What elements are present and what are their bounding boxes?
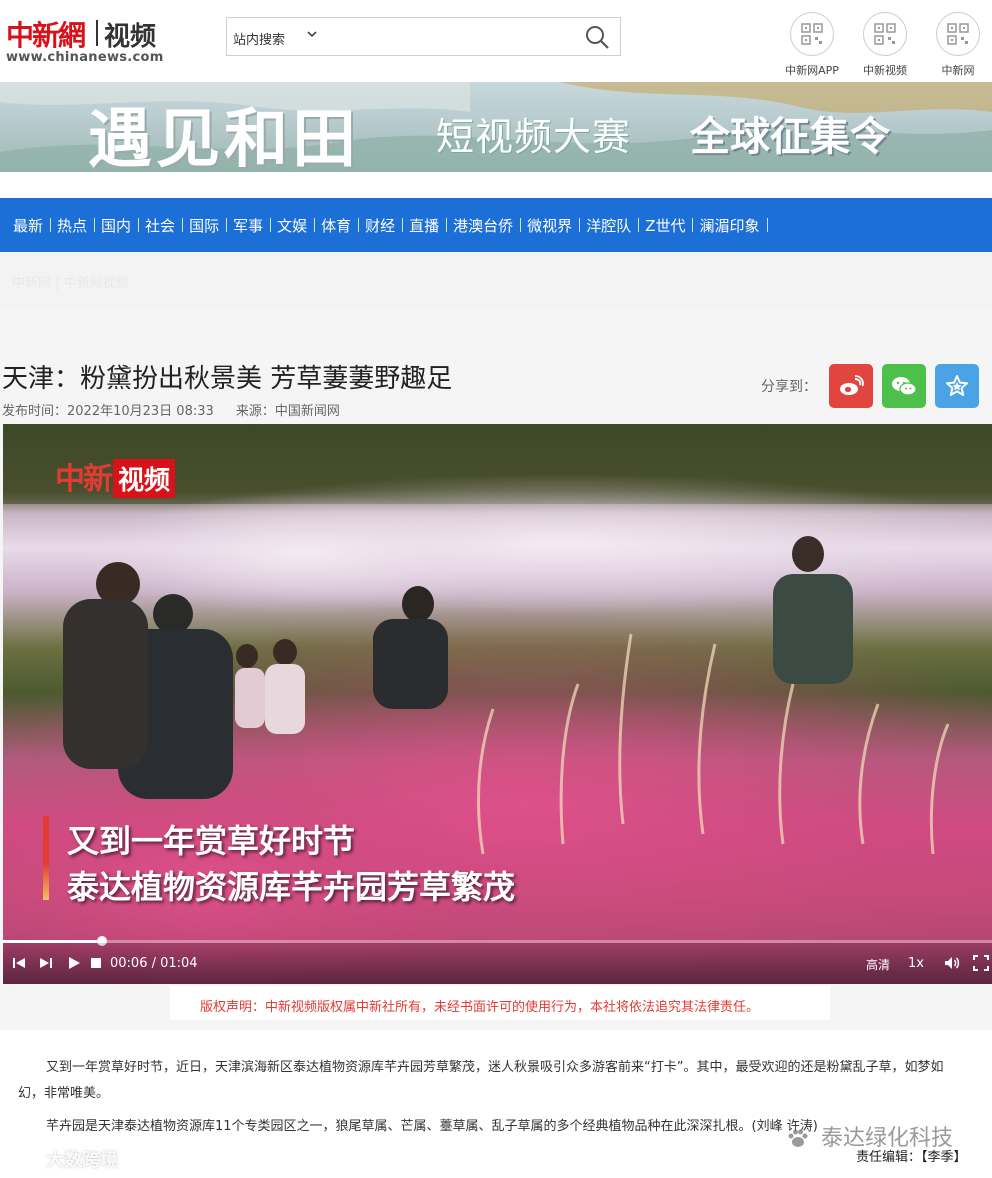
play-icon[interactable]	[66, 955, 82, 971]
qr-link-app[interactable]: 中新网APP	[782, 12, 842, 78]
watermark-left: 大数跨境	[8, 1146, 118, 1172]
breadcrumb-section[interactable]: 中新网视频	[64, 276, 129, 291]
watermark-right: 泰达绿化科技	[786, 1120, 953, 1152]
breadcrumb: 中新网 | 中新网视频	[12, 272, 129, 291]
banner-title: 遇见和田	[88, 102, 360, 172]
promo-banner[interactable]: 遇见和田 短视频大赛 全球征集令	[0, 82, 992, 172]
nav-item-finance[interactable]: 财经	[358, 215, 404, 236]
video-watermark-logo: 中新 视频	[55, 454, 176, 498]
video-caption-line2: 泰达植物资源库芊卉园芳草繁茂	[67, 868, 516, 906]
nav-item-military[interactable]: 军事	[226, 215, 272, 236]
article-paragraph: 又到一年赏草好时节，近日，天津滨海新区泰达植物资源库芊卉园芳草繁茂，迷人秋景吸引…	[18, 1060, 944, 1101]
breadcrumb-home[interactable]: 中新网	[12, 276, 51, 291]
share-wechat-button[interactable]	[882, 364, 926, 408]
video-controls: 00:06 / 01:04 高清 1x	[3, 943, 992, 984]
paw-icon	[788, 1129, 808, 1147]
caption-accent-bar	[43, 816, 49, 900]
qr-label: 中新网	[941, 64, 975, 77]
video-time: 00:06 / 01:04	[110, 956, 198, 971]
weibo-icon	[840, 375, 864, 395]
share-weibo-button[interactable]	[829, 364, 873, 408]
qr-code-icon	[936, 12, 980, 56]
qr-code-icon	[790, 12, 834, 56]
chevron-down-icon[interactable]	[305, 27, 319, 41]
search-input[interactable]	[327, 22, 577, 51]
nav-item-gen-z[interactable]: Z世代	[638, 215, 694, 236]
main-nav: 最新 热点 国内 社会 国际 军事 文娱 体育 财经 直播 港澳台侨 微视界 洋…	[0, 198, 992, 252]
nav-item-society[interactable]: 社会	[138, 215, 184, 236]
logo-chinanews: 中新網	[6, 19, 86, 52]
fullscreen-icon[interactable]	[973, 955, 989, 971]
video-player[interactable]: 中新 视频 又到一年赏草好时节 泰达植物资源库芊卉园芳草繁茂 00:06 / 01…	[3, 424, 992, 984]
publish-time: 发布时间：2022年10月23日 08:33	[2, 404, 214, 419]
video-logo-box: 视频	[113, 459, 176, 498]
wechat-icon	[892, 377, 917, 396]
star-icon	[946, 375, 968, 396]
qr-label: 中新网APP	[785, 64, 839, 77]
breadcrumb-band: 中新网 | 中新网视频	[0, 252, 992, 308]
nav-item-foreign-voices[interactable]: 洋腔队	[579, 215, 640, 236]
copyright-notice: 版权声明：中新视频版权属中新社所有，未经书面许可的使用行为，本社将依法追究其法律…	[200, 1000, 760, 1015]
favorite-button[interactable]	[935, 364, 979, 408]
qr-code-icon	[863, 12, 907, 56]
video-logo-text: 中新	[55, 462, 113, 497]
skip-previous-icon[interactable]	[11, 955, 27, 971]
qr-link-site[interactable]: 中新网	[928, 12, 988, 78]
nav-item-sports[interactable]: 体育	[314, 215, 360, 236]
site-header: 中新網 视频 www.chinanews.com 站内搜索 中新网APP 中新视…	[0, 0, 992, 82]
logo-url: www.chinanews.com	[6, 50, 164, 65]
qr-link-video[interactable]: 中新视频	[855, 12, 915, 78]
breadcrumb-separator: |	[55, 276, 64, 291]
skip-next-icon[interactable]	[38, 955, 54, 971]
nav-item-international[interactable]: 国际	[182, 215, 228, 236]
stop-icon[interactable]	[88, 955, 104, 971]
article-meta: 发布时间：2022年10月23日 08:33 来源：中国新闻网	[2, 400, 358, 419]
watermark-left-text: 大数跨境	[46, 1150, 119, 1171]
search-icon[interactable]	[584, 24, 610, 50]
nav-item-live[interactable]: 直播	[402, 215, 448, 236]
nav-item-hk-macau-taiwan[interactable]: 港澳台侨	[446, 215, 522, 236]
nav-item-hot[interactable]: 热点	[50, 215, 96, 236]
swirl-logo-icon	[10, 1155, 38, 1169]
nav-item-lancang-mekong[interactable]: 澜湄印象	[692, 215, 768, 236]
page: 中新網 视频 www.chinanews.com 站内搜索 中新网APP 中新视…	[0, 0, 992, 1178]
watermark-right-text: 泰达绿化科技	[821, 1126, 954, 1151]
banner-subtitle: 短视频大赛	[436, 115, 632, 159]
article-title: 天津：粉黛扮出秋景美 芳草萋萋野趣足	[2, 364, 453, 394]
site-logo[interactable]: 中新網 视频 www.chinanews.com	[6, 14, 176, 70]
share-label: 分享到：	[761, 379, 817, 395]
nav-item-latest[interactable]: 最新	[6, 215, 52, 236]
quality-selector[interactable]: 高清	[866, 956, 890, 973]
search-box: 站内搜索	[226, 17, 621, 56]
qr-label: 中新视频	[863, 64, 907, 77]
nav-item-entertainment[interactable]: 文娱	[270, 215, 316, 236]
video-caption-line1: 又到一年赏草好时节	[67, 822, 356, 860]
nav-item-micro-vision[interactable]: 微视界	[520, 215, 581, 236]
speed-selector[interactable]: 1x	[908, 956, 924, 971]
logo-video: 视频	[104, 22, 157, 52]
volume-icon[interactable]	[944, 955, 960, 971]
nav-item-domestic[interactable]: 国内	[94, 215, 140, 236]
logo-divider	[96, 20, 98, 46]
search-scope-select[interactable]: 站内搜索	[233, 29, 285, 48]
banner-tagline: 全球征集令	[690, 114, 890, 160]
article-source: 来源：中国新闻网	[235, 404, 340, 419]
